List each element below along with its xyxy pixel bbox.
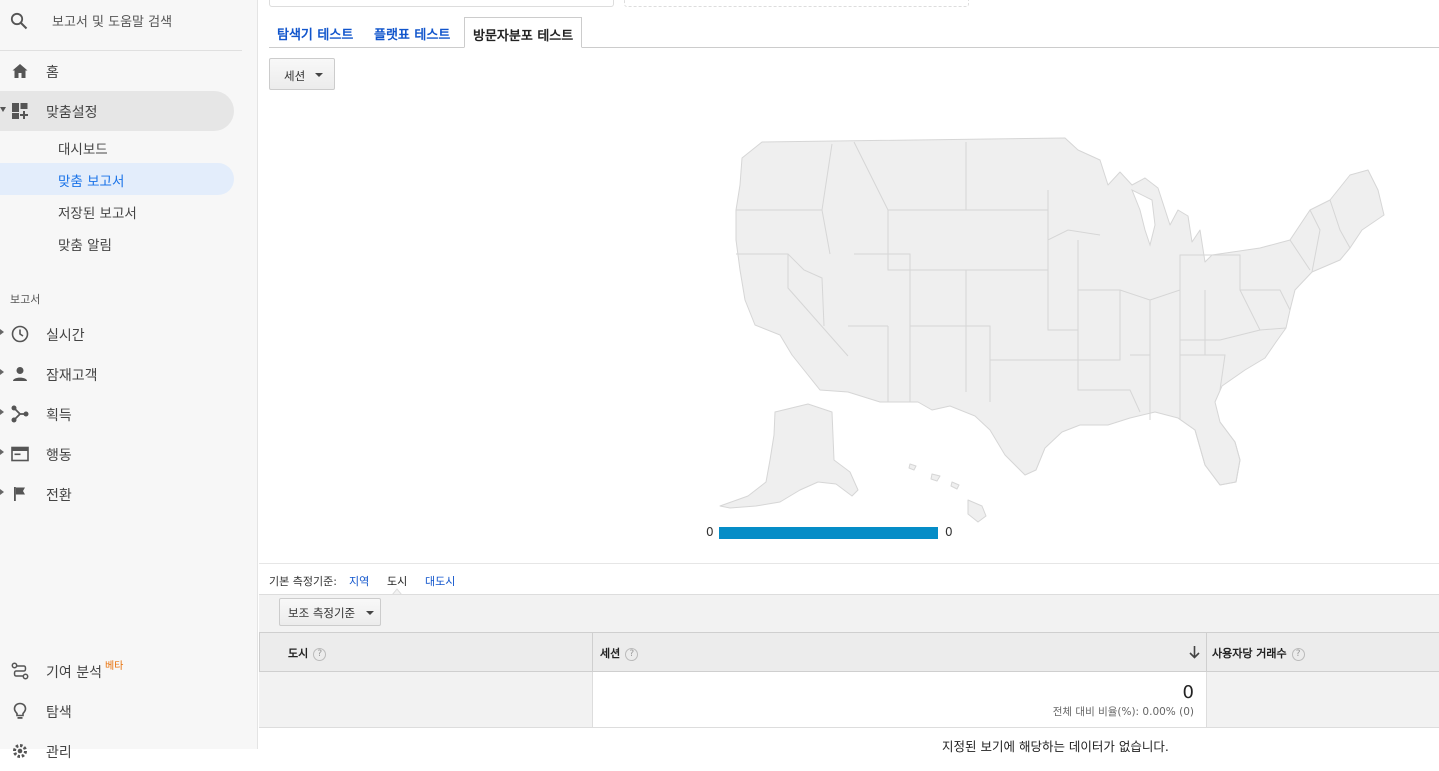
report-field-dropzone[interactable] [624,0,969,7]
report-search[interactable]: 보고서 및 도움말 검색 [0,0,242,51]
collapsed-caret-icon [0,329,4,335]
subitem-label: 대시보드 [58,142,108,158]
sidebar-item-customization[interactable]: 맞춤설정 [0,91,234,131]
totals-cell-transactions [1206,672,1439,728]
tab-flat-table-test[interactable]: 플랫표 테스트 [366,17,458,48]
search-icon [10,12,28,30]
sidebar-subitem-custom-reports[interactable]: 맞춤 보고서 [0,163,234,195]
help-icon[interactable]: ? [1291,648,1305,661]
sidebar-subitem-saved-reports[interactable]: 저장된 보고서 [0,195,234,227]
sidebar-item-label: 관리 [46,745,72,761]
sidebar-item-conversions[interactable]: 전환 [0,474,234,514]
dimension-city-active[interactable]: 도시 [387,573,407,589]
sidebar-item-label: 기여 분석 베타 [46,661,124,682]
collapsed-caret-icon [0,369,4,375]
sidebar-item-acquisition[interactable]: 획득 [0,394,234,434]
collapsed-caret-icon [0,449,4,455]
expanded-caret-icon [0,107,6,112]
attribution-label: 기여 분석 [46,665,102,681]
primary-dimension-label: 기본 측정기준: [269,575,337,588]
acquisition-icon [11,405,29,423]
totals-cell-city [259,672,592,728]
beta-badge: 베타 [104,661,124,672]
tab-map-overlay-test[interactable]: 방문자분포 테스트 [464,17,583,48]
column-header-label: 도시 [288,647,309,660]
sidebar-item-label: 탐색 [46,705,72,721]
column-header-transactions-per-user[interactable]: 사용자당 거래수? [1206,632,1439,672]
sidebar-item-discover[interactable]: 탐색 [0,691,234,731]
secondary-dimension-bar [259,594,1439,632]
browser-window-icon [11,446,29,462]
column-header-label: 세션 [600,647,621,660]
sidebar-subitem-dashboards[interactable]: 대시보드 [0,131,234,163]
secondary-dimension-label: 보조 측정기준 [288,606,356,620]
chevron-down-icon [366,611,374,615]
chevron-down-icon [315,73,323,77]
sidebar-item-label: 홈 [46,65,59,81]
sessions-total-value: 0 [1182,682,1194,703]
clock-icon [11,325,29,343]
sidebar-item-admin[interactable]: 관리 [0,731,234,771]
lightbulb-icon [13,702,27,719]
dashboard-plus-icon [12,103,28,119]
sidebar-item-realtime[interactable]: 실시간 [0,314,234,354]
sessions-total-percentage: 전체 대비 비율(%): 0.00% (0) [1052,706,1194,718]
dimension-metro-link[interactable]: 대도시 [425,573,455,589]
secondary-dimension-dropdown[interactable]: 보조 측정기준 [279,598,381,626]
help-icon[interactable]: ? [625,648,639,661]
legend-color-scale [719,527,938,539]
us-map[interactable] [700,130,1400,530]
subitem-label: 저장된 보고서 [58,206,137,222]
column-header-city[interactable]: 도시? [259,632,592,672]
subitem-label: 맞춤 알림 [58,238,112,254]
no-data-message: 지정된 보기에 해당하는 데이터가 없습니다. [942,739,1169,754]
report-field-input[interactable] [269,0,614,7]
gear-icon [13,744,27,758]
tab-explorer-test[interactable]: 탐색기 테스트 [269,17,361,48]
reports-section-title: 보고서 [10,293,41,306]
dimension-region-link[interactable]: 지역 [349,573,369,589]
person-icon [13,367,27,381]
sidebar-item-home[interactable]: 홈 [0,51,234,91]
sidebar-item-label: 맞춤설정 [46,105,98,121]
sidebar-subitem-custom-alerts[interactable]: 맞춤 알림 [0,227,234,259]
sidebar-item-label: 전환 [46,488,72,504]
metric-dropdown-label: 세션 [284,69,306,83]
sidebar-item-label: 잠재고객 [46,368,98,384]
legend-max-value: 0 [945,525,953,539]
flag-icon [14,487,25,501]
sidebar-item-label: 실시간 [46,328,85,344]
sidebar-item-label: 행동 [46,448,72,464]
column-header-label: 사용자당 거래수 [1212,647,1287,660]
sort-arrow-down-icon[interactable] [1189,645,1200,659]
sidebar-item-attribution[interactable]: 기여 분석 베타 [0,651,234,691]
search-placeholder: 보고서 및 도움말 검색 [52,15,173,30]
sidebar-item-behavior[interactable]: 행동 [0,434,234,474]
collapsed-caret-icon [0,489,4,495]
totals-cell-sessions: 0 전체 대비 비율(%): 0.00% (0) [592,672,1206,728]
home-icon [12,64,28,78]
column-header-sessions[interactable]: 세션? [592,632,1206,672]
help-icon[interactable]: ? [313,648,327,661]
collapsed-caret-icon [0,409,4,415]
attribution-icon [11,662,29,680]
subitem-label: 맞춤 보고서 [58,174,125,190]
sidebar-item-label: 획득 [46,408,72,424]
sidebar-item-audience[interactable]: 잠재고객 [0,354,234,394]
map-hawaii [908,463,987,523]
metric-dropdown[interactable]: 세션 [269,58,335,90]
sidebar: 보고서 및 도움말 검색 홈 맞춤설정 대시보드 맞춤 보고서 저장된 보고서 … [0,0,258,761]
legend-min-value: 0 [706,525,714,539]
map-alaska [719,403,859,509]
